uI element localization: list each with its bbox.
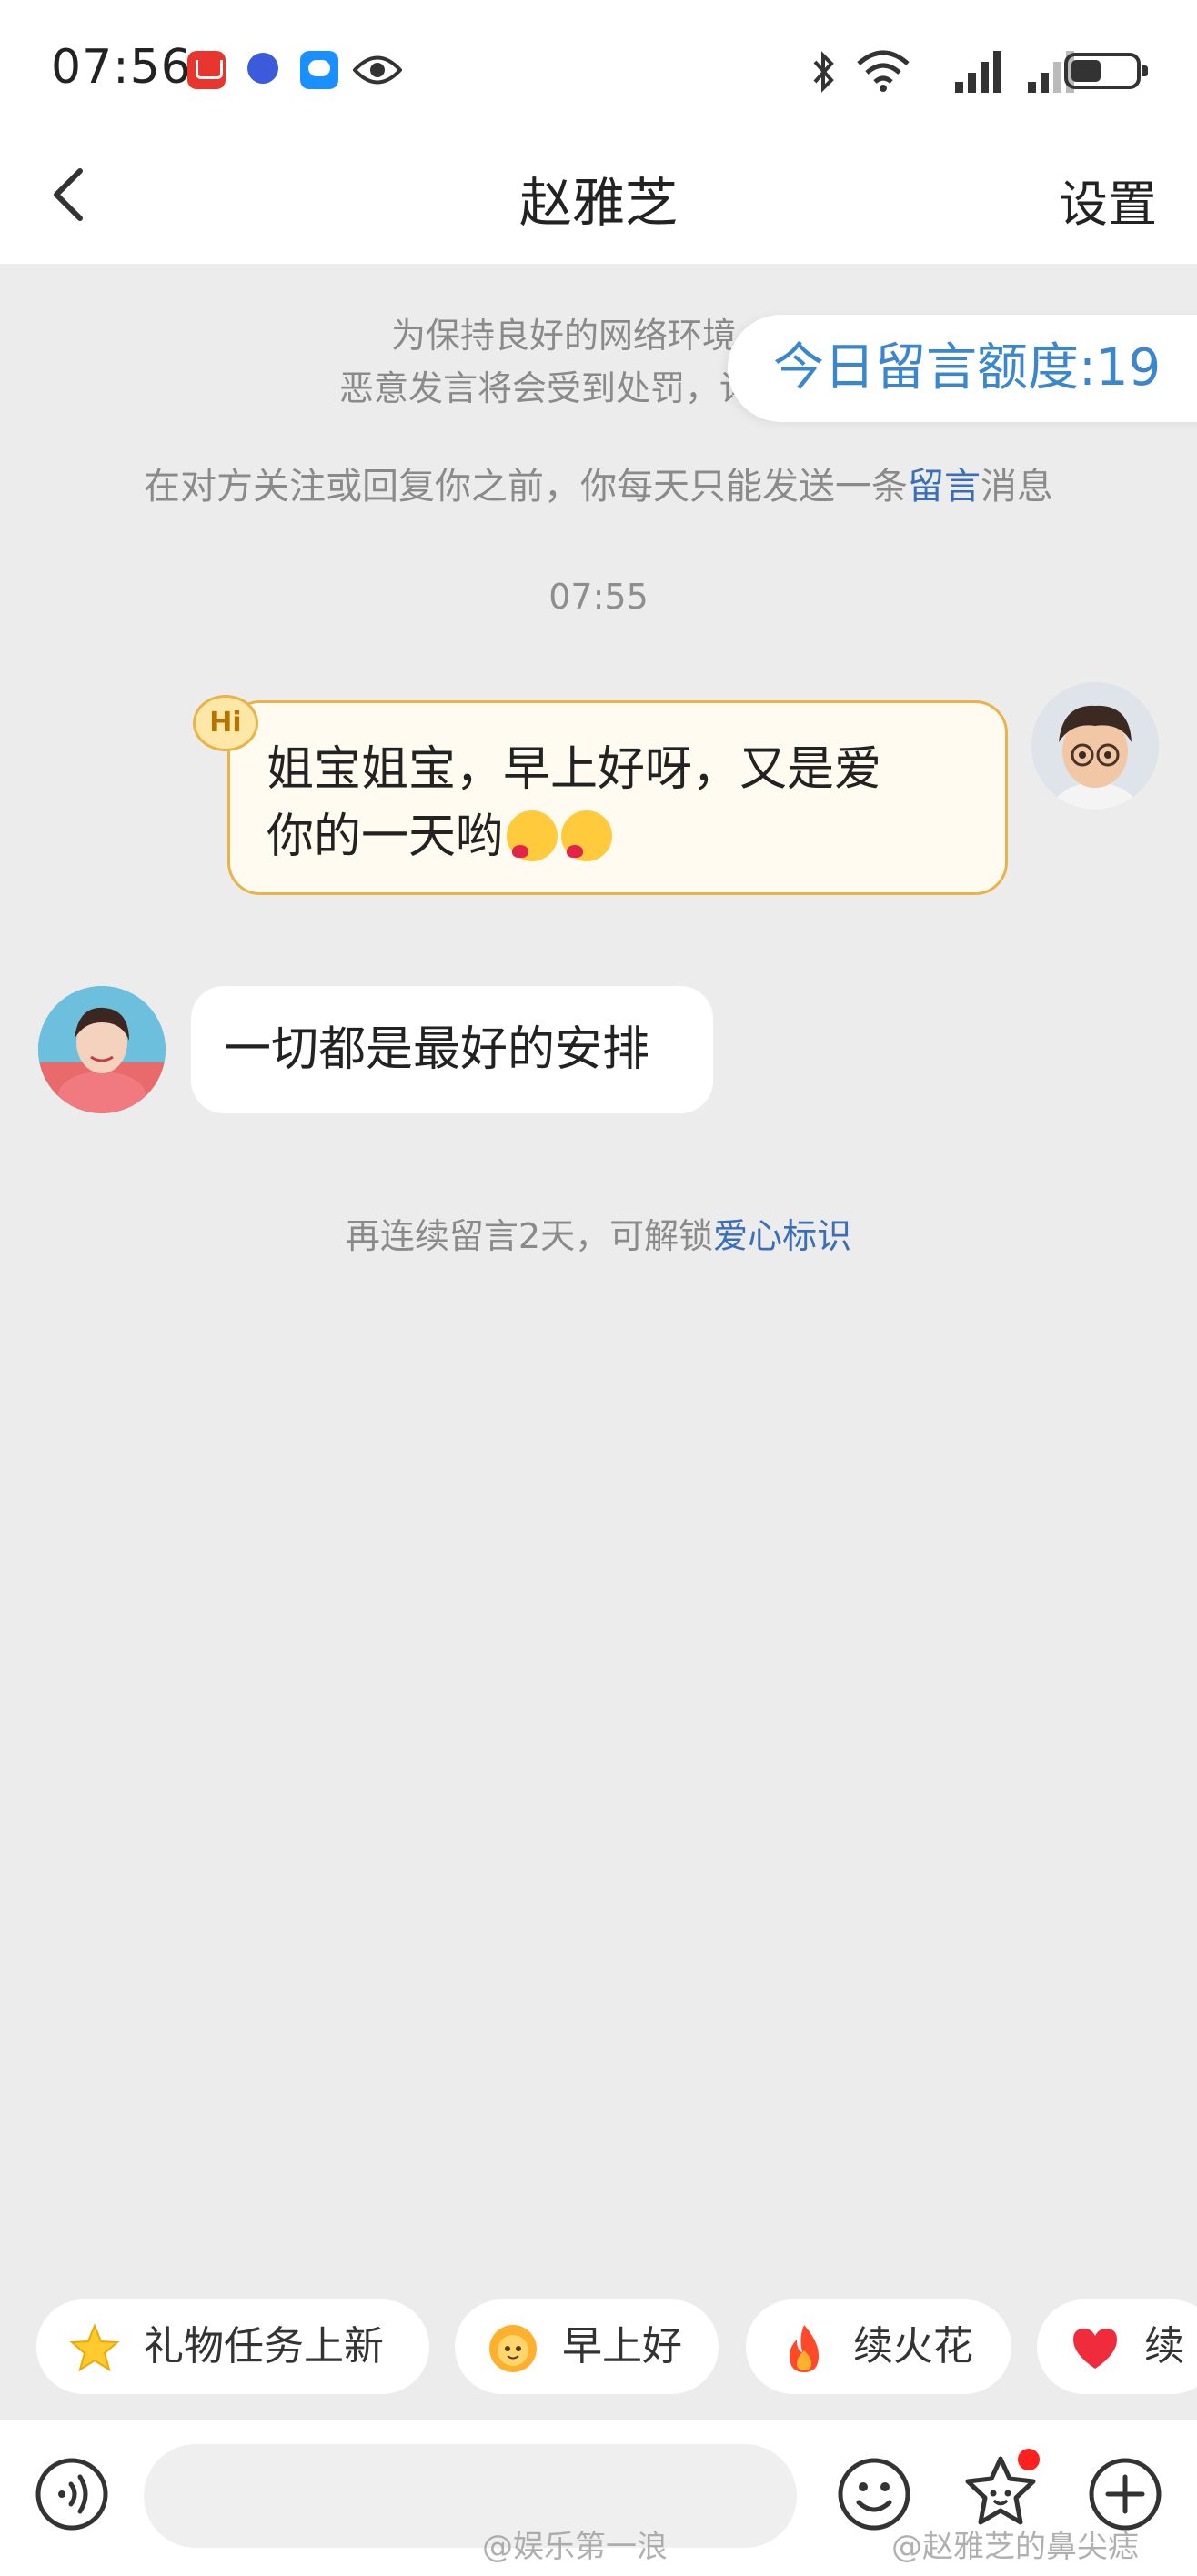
- heart-icon: [1073, 2329, 1117, 2369]
- message-input[interactable]: [144, 2444, 797, 2548]
- quota-badge: 今日留言额度:19: [728, 315, 1197, 422]
- quick-reply-bar: 礼物任务上新 早上好 续火花 续: [0, 2292, 1197, 2401]
- quick-reply-gift-task[interactable]: 礼物任务上新: [36, 2299, 429, 2394]
- watermark-left: @娱乐第一浪: [482, 2529, 668, 2565]
- streak-hint: 再连续留言2天，可解锁爱心标识: [0, 1208, 1197, 1258]
- wifi-icon: [857, 50, 910, 92]
- fire-icon: [790, 2325, 819, 2372]
- quick-reply-good-morning[interactable]: 早上好: [455, 2299, 719, 2394]
- my-avatar[interactable]: [1031, 682, 1159, 810]
- plus-icon[interactable]: [1088, 2457, 1162, 2531]
- bluetooth-icon: [813, 51, 834, 93]
- huawei-store-icon: [187, 51, 226, 89]
- rule-link[interactable]: 留言: [908, 466, 981, 508]
- message-app-icon: [300, 51, 338, 89]
- message-line-2-text: 你的一天哟: [267, 810, 504, 864]
- rule-prefix: 在对方关注或回复你之前，你每天只能发送一条: [144, 466, 908, 508]
- portrait-photo-icon: [38, 986, 166, 1113]
- battery-icon: [1064, 53, 1148, 89]
- quick-reply-spark[interactable]: 续火花: [746, 2299, 1011, 2394]
- contact-message-bubble[interactable]: 一切都是最好的安排: [191, 986, 713, 1113]
- cartoon-boy-avatar-icon: [1031, 682, 1159, 810]
- star-icon: [69, 2323, 120, 2372]
- quick-reply-label: 续火花: [853, 2323, 973, 2370]
- rule-suffix: 消息: [981, 466, 1053, 508]
- quick-reply-label: 续: [1144, 2323, 1184, 2370]
- message-line-1: 姐宝姐宝，早上好呀，又是爱: [267, 742, 882, 797]
- voice-input-icon[interactable]: [35, 2457, 109, 2531]
- notification-dot: [1015, 2446, 1042, 2473]
- status-bar: 07:56: [0, 0, 1197, 136]
- message-timestamp: 07:55: [548, 577, 649, 617]
- my-message-bubble[interactable]: 姐宝姐宝，早上好呀，又是爱 你的一天哟: [227, 700, 1008, 895]
- heart-face-emoji-icon: [507, 810, 558, 861]
- signal-strength-icon: [955, 51, 1001, 93]
- quick-reply-label: 早上好: [562, 2323, 682, 2370]
- streak-link[interactable]: 爱心标识: [713, 1216, 851, 1256]
- watermark-right: @赵雅芝的鼻尖痣: [891, 2529, 1139, 2565]
- contact-avatar[interactable]: [38, 986, 166, 1113]
- page-title: 赵雅芝: [518, 172, 678, 234]
- sun-face-icon: [489, 2325, 537, 2372]
- eye-icon: [353, 55, 402, 85]
- heart-face-emoji-icon-2: [561, 810, 613, 861]
- settings-button[interactable]: 设置: [1059, 164, 1157, 236]
- message-line-2: 你的一天哟: [267, 803, 972, 870]
- message-rule: 在对方关注或回复你之前，你每天只能发送一条留言消息: [0, 457, 1197, 509]
- nav-bar: 赵雅芝 设置: [0, 136, 1197, 264]
- status-time: 07:56: [51, 40, 192, 95]
- streak-prefix: 再连续留言2天，可解锁: [345, 1216, 714, 1256]
- hi-badge: Hi: [193, 695, 258, 751]
- tieba-icon: [246, 51, 284, 89]
- quick-reply-continue[interactable]: 续: [1037, 2299, 1197, 2394]
- emoji-icon[interactable]: [837, 2457, 911, 2531]
- quick-reply-label: 礼物任务上新: [144, 2323, 384, 2370]
